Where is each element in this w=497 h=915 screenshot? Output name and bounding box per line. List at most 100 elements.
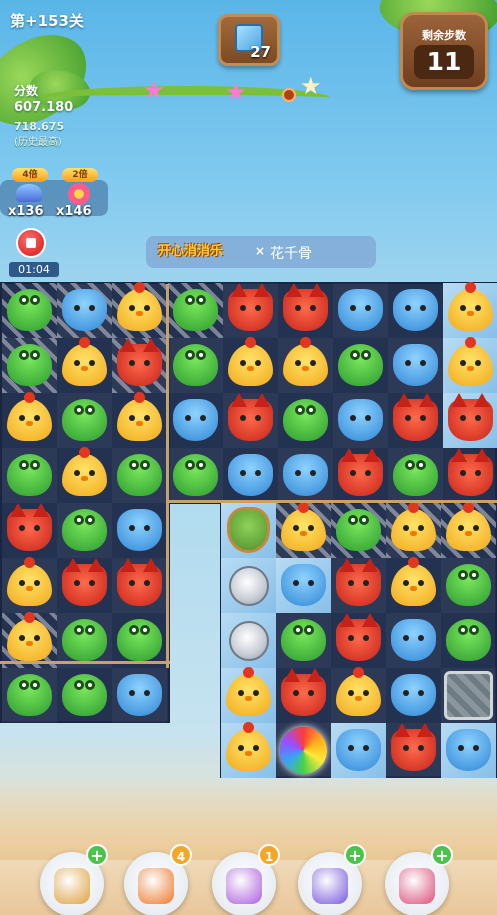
board-cell[interactable] — [331, 558, 386, 613]
board-cell[interactable] — [221, 667, 276, 723]
chick-piece-icon[interactable] — [391, 502, 436, 551]
undo-tool[interactable]: 4 — [124, 844, 192, 915]
frog-piece-icon[interactable] — [393, 454, 438, 496]
board-cell[interactable] — [276, 502, 331, 558]
frog-piece-icon[interactable] — [173, 289, 218, 331]
silver-coin-icon[interactable] — [229, 566, 269, 606]
board-cell[interactable] — [57, 393, 112, 448]
fox-piece-icon[interactable] — [117, 558, 162, 606]
hippo-piece-icon[interactable] — [336, 729, 381, 771]
board-cell[interactable] — [112, 448, 167, 503]
board-cell[interactable] — [331, 503, 386, 558]
board-cell[interactable] — [333, 338, 388, 393]
board-cell[interactable] — [112, 613, 167, 668]
board-cell[interactable] — [223, 393, 278, 448]
board-cell[interactable] — [2, 612, 57, 668]
board-cell[interactable] — [2, 283, 57, 338]
chick-piece-icon[interactable] — [117, 282, 162, 331]
board-cell[interactable] — [278, 393, 333, 448]
chick-piece-icon[interactable] — [283, 337, 328, 386]
frog-piece-icon[interactable] — [281, 619, 326, 661]
frog-piece-icon[interactable] — [7, 454, 52, 496]
board-cell[interactable] — [276, 723, 331, 778]
board-cell[interactable] — [168, 393, 223, 448]
chick-piece-icon[interactable] — [117, 392, 162, 441]
board-cell[interactable] — [2, 668, 57, 723]
fox-piece-icon[interactable] — [393, 393, 438, 441]
fox-piece-icon[interactable] — [228, 393, 273, 441]
board-cell[interactable] — [112, 668, 167, 723]
fox-piece-icon[interactable] — [283, 283, 328, 331]
fox-piece-icon[interactable] — [336, 613, 381, 661]
hippo-piece-icon[interactable] — [391, 619, 436, 661]
hippo-piece-icon[interactable] — [393, 344, 438, 386]
frog-piece-icon[interactable] — [62, 509, 107, 551]
board-cell[interactable] — [2, 557, 57, 613]
frog-piece-icon[interactable] — [283, 399, 328, 441]
board-cell[interactable] — [386, 723, 441, 778]
hippo-piece-icon[interactable] — [281, 564, 326, 606]
board-cell[interactable] — [57, 283, 112, 338]
fox-piece-icon[interactable] — [448, 448, 493, 496]
rainbow-bird-icon[interactable] — [280, 727, 327, 774]
board-cell[interactable] — [333, 283, 388, 338]
board-cell[interactable] — [278, 448, 333, 503]
chick-piece-icon[interactable] — [448, 337, 493, 386]
chick-piece-icon[interactable] — [7, 392, 52, 441]
board-cell[interactable] — [388, 338, 443, 393]
hippo-piece-icon[interactable] — [391, 674, 436, 716]
chick-piece-icon[interactable] — [446, 502, 491, 551]
hippo-piece-icon[interactable] — [117, 674, 162, 716]
frog-piece-icon[interactable] — [62, 399, 107, 441]
board-cell[interactable] — [441, 723, 496, 778]
board-cell[interactable] — [221, 503, 276, 558]
frog-piece-icon[interactable] — [62, 674, 107, 716]
chick-piece-icon[interactable] — [226, 667, 271, 716]
hippo-piece-icon[interactable] — [228, 454, 273, 496]
board-cell[interactable] — [333, 393, 388, 448]
board-cell[interactable] — [278, 337, 333, 393]
board-cell[interactable] — [331, 723, 386, 778]
fox-piece-icon[interactable] — [228, 283, 273, 331]
fox-piece-icon[interactable] — [338, 448, 383, 496]
board-cell[interactable] — [168, 283, 223, 338]
fox-piece-icon[interactable] — [391, 723, 436, 771]
frog-piece-icon[interactable] — [7, 674, 52, 716]
board-cell[interactable] — [388, 283, 443, 338]
board-cell[interactable] — [443, 393, 497, 448]
fox-piece-icon[interactable] — [336, 558, 381, 606]
leaf-shield-icon[interactable] — [227, 507, 270, 553]
board-cell[interactable] — [443, 448, 497, 503]
board-cell[interactable] — [443, 337, 497, 393]
hippo-piece-icon[interactable] — [62, 289, 107, 331]
board-cell[interactable] — [276, 558, 331, 613]
frog-piece-icon[interactable] — [336, 509, 381, 551]
board-cell[interactable] — [57, 613, 112, 668]
board-cell[interactable] — [441, 502, 496, 558]
stop-button[interactable] — [16, 228, 46, 258]
board-cell[interactable] — [441, 668, 496, 723]
board-cell[interactable] — [386, 502, 441, 558]
fox-piece-icon[interactable] — [117, 338, 162, 386]
chick-piece-icon[interactable] — [62, 447, 107, 496]
hippo-piece-icon[interactable] — [117, 509, 162, 551]
board-cell[interactable] — [386, 668, 441, 723]
frog-piece-icon[interactable] — [117, 619, 162, 661]
fox-piece-icon[interactable] — [7, 503, 52, 551]
board-cell[interactable] — [112, 282, 167, 338]
chick-piece-icon[interactable] — [228, 337, 273, 386]
frog-piece-icon[interactable] — [338, 344, 383, 386]
board-cell[interactable] — [2, 392, 57, 448]
hippo-piece-icon[interactable] — [393, 289, 438, 331]
chick-piece-icon[interactable] — [226, 722, 271, 771]
fox-piece-icon[interactable] — [448, 393, 493, 441]
hammer-tool[interactable]: + — [385, 844, 453, 915]
frog-piece-icon[interactable] — [446, 564, 491, 606]
chick-piece-icon[interactable] — [7, 612, 52, 661]
board-cell[interactable] — [331, 667, 386, 723]
board-cell[interactable] — [278, 283, 333, 338]
chick-piece-icon[interactable] — [7, 557, 52, 606]
silver-coin-icon[interactable] — [229, 621, 269, 661]
board-cell[interactable] — [276, 613, 331, 668]
board-cell[interactable] — [388, 393, 443, 448]
